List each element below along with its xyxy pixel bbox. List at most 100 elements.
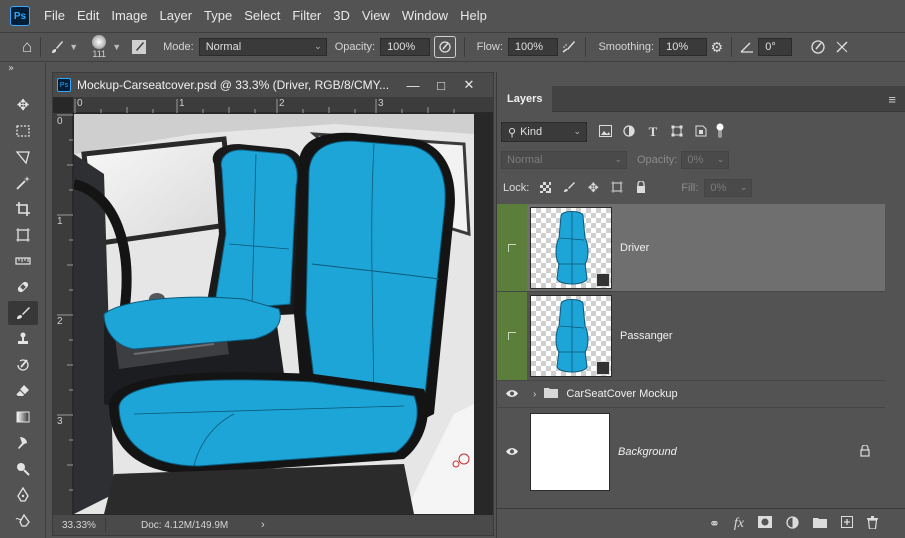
close-icon[interactable]: ✕ [455, 77, 483, 93]
lock-transparent-pixels-icon[interactable] [535, 181, 555, 196]
layer-row-background[interactable]: Background [497, 408, 886, 496]
brush-tool-icon[interactable] [49, 39, 65, 55]
layer-group-carseatcover-mockup[interactable]: › CarSeatCover Mockup [497, 381, 886, 408]
layers-scrollbar[interactable] [885, 204, 905, 506]
smart-object-filter-icon[interactable] [691, 125, 711, 140]
zoom-level[interactable]: 33.33% [53, 520, 101, 531]
crop-tool-icon[interactable] [8, 197, 38, 221]
chevron-right-icon[interactable]: › [261, 519, 265, 531]
eraser-tool-icon[interactable] [8, 379, 38, 403]
menu-file[interactable]: File [38, 0, 71, 32]
delete-layer-icon[interactable] [867, 515, 878, 532]
pressure-opacity-icon[interactable] [433, 36, 456, 58]
freeform-pen-tool-icon[interactable] [8, 509, 38, 533]
horizontal-ruler[interactable]: 0 1 2 3 [73, 97, 493, 113]
layer-row-passanger[interactable]: Passanger [497, 292, 886, 381]
shape-filter-icon[interactable] [667, 125, 687, 140]
expand-toolbar-icon[interactable]: » [8, 63, 14, 74]
type-filter-icon[interactable]: T [643, 124, 663, 140]
lock-all-icon[interactable] [631, 179, 651, 196]
menu-image[interactable]: Image [105, 0, 153, 32]
home-icon[interactable]: ⌂ [22, 37, 32, 57]
menu-edit[interactable]: Edit [71, 0, 105, 32]
new-group-icon[interactable] [813, 516, 827, 531]
smoothing-value: 10% [666, 41, 689, 53]
fill-field[interactable]: 0% ⌄ [704, 179, 753, 197]
restore-icon[interactable]: □ [427, 78, 455, 93]
pixel-filter-icon[interactable] [595, 124, 615, 140]
gradient-tool-icon[interactable] [8, 405, 38, 429]
lock-image-pixels-icon[interactable] [559, 181, 579, 196]
menu-3d[interactable]: 3D [327, 0, 356, 32]
magic-wand-tool-icon[interactable] [8, 171, 38, 195]
smoothing-field[interactable]: 10% [659, 38, 708, 56]
minimize-icon[interactable]: — [399, 78, 427, 93]
new-layer-icon[interactable] [841, 516, 853, 531]
brush-size-picker[interactable]: 111 [92, 35, 107, 59]
brush-tool-icon[interactable] [8, 301, 38, 325]
symmetry-icon[interactable] [834, 39, 850, 55]
airbrush-icon[interactable] [561, 39, 577, 55]
menu-type[interactable]: Type [198, 0, 238, 32]
adjustment-filter-icon[interactable] [619, 124, 639, 140]
lock-artboard-icon[interactable] [607, 180, 627, 196]
layer-thumbnail [530, 295, 612, 377]
lock-position-icon[interactable]: ✥ [583, 180, 603, 196]
menu-help[interactable]: Help [454, 0, 493, 32]
flow-field[interactable]: 100% [507, 38, 558, 56]
menu-layer[interactable]: Layer [154, 0, 199, 32]
pressure-size-icon[interactable] [810, 39, 826, 55]
pen-tool-icon[interactable] [8, 483, 38, 507]
filter-toggle[interactable] [715, 123, 725, 142]
lasso-tool-icon[interactable] [8, 145, 38, 169]
canvas[interactable] [74, 114, 474, 514]
marquee-tool-icon[interactable] [8, 119, 38, 143]
chevron-right-icon[interactable]: › [533, 389, 536, 400]
layer-visibility-toggle[interactable] [497, 292, 527, 380]
layer-name[interactable]: Background [618, 446, 677, 458]
layer-row-driver[interactable]: Driver [497, 204, 886, 292]
layer-name[interactable]: CarSeatCover Mockup [566, 388, 677, 400]
panel-menu-icon[interactable]: ≡ [888, 92, 896, 107]
angle-field[interactable]: 0° [758, 38, 793, 56]
ruler-ticks [57, 114, 73, 491]
add-mask-icon[interactable] [758, 516, 772, 531]
gear-icon[interactable]: ⚙ [711, 39, 724, 56]
brush-preset-dropdown-icon[interactable]: ▼ [69, 42, 78, 52]
move-tool-icon[interactable]: ✥ [8, 93, 38, 117]
chevron-down-icon: ⌄ [739, 182, 748, 192]
healing-brush-tool-icon[interactable] [8, 275, 38, 299]
smudge-tool-icon[interactable] [8, 431, 38, 455]
menu-filter[interactable]: Filter [286, 0, 327, 32]
tab-layers[interactable]: Layers [497, 86, 553, 112]
menu-view[interactable]: View [356, 0, 396, 32]
smart-object-badge-icon [596, 272, 610, 287]
frame-tool-icon[interactable] [8, 223, 38, 247]
vertical-ruler[interactable]: 0 1 2 3 [53, 113, 73, 516]
layer-visibility-toggle[interactable] [497, 204, 527, 291]
brush-settings-icon[interactable] [131, 39, 147, 55]
opacity-field[interactable]: 100% [380, 38, 431, 56]
filter-kind-select[interactable]: ⚲ Kind ⌄ [501, 122, 587, 142]
fx-icon[interactable]: fx [734, 516, 744, 532]
ruler-tool-icon[interactable] [8, 249, 38, 273]
layer-visibility-toggle[interactable] [497, 381, 527, 407]
layer-name[interactable]: Passanger [620, 330, 673, 342]
layer-visibility-toggle[interactable] [497, 408, 527, 496]
layer-opacity-field[interactable]: 0% ⌄ [681, 151, 730, 169]
link-layers-icon[interactable]: ⚭ [709, 516, 720, 532]
blend-mode-select[interactable]: Normal ⌄ [501, 151, 627, 169]
dodge-tool-icon[interactable] [8, 457, 38, 481]
brush-size-dropdown-icon[interactable]: ▼ [112, 42, 121, 52]
history-brush-tool-icon[interactable] [8, 353, 38, 377]
clone-stamp-tool-icon[interactable] [8, 327, 38, 351]
divider [105, 518, 106, 532]
menu-window[interactable]: Window [396, 0, 454, 32]
eye-icon [505, 445, 519, 459]
mode-select[interactable]: Normal ⌄ [198, 38, 327, 56]
menu-select[interactable]: Select [238, 0, 286, 32]
ruler-label: 3 [378, 98, 384, 109]
layer-name[interactable]: Driver [620, 242, 649, 254]
adjustment-layer-icon[interactable] [786, 515, 799, 532]
document-tab[interactable]: Ps Mockup-Carseatcover.psd @ 33.3% (Driv… [53, 73, 493, 97]
